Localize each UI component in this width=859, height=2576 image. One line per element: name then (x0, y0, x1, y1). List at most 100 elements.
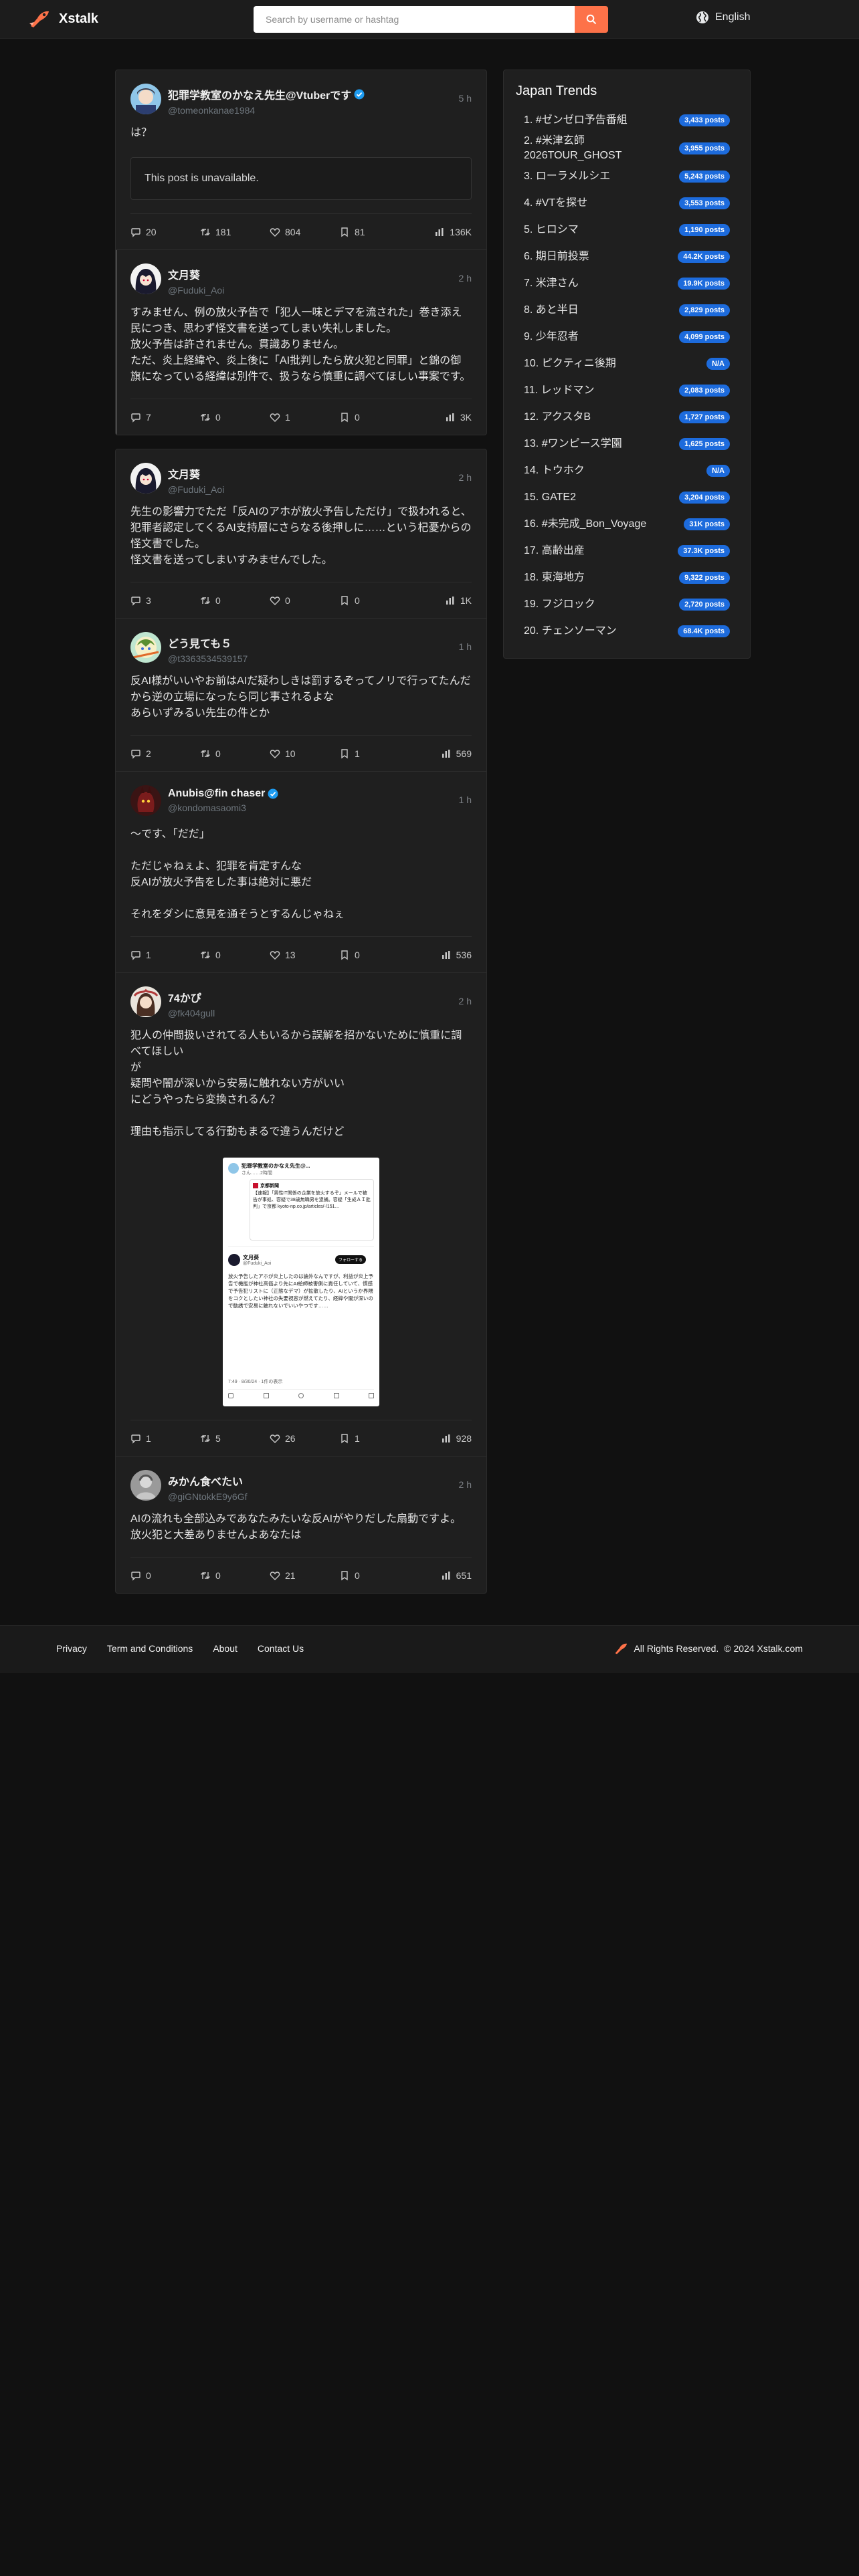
post[interactable]: 犯罪学教室のかなえ先生@Vtuberです @tomeonkanae1984 5 … (116, 70, 486, 249)
trend-item[interactable]: 19. フジロック 2,720 posts (516, 591, 738, 618)
like-button[interactable]: 13 (270, 950, 339, 960)
footer-link-about[interactable]: About (213, 1643, 237, 1654)
trend-item[interactable]: 7. 米津さん 19.9K posts (516, 270, 738, 297)
display-name[interactable]: どう見ても５ (168, 635, 231, 651)
follow-button: フォローする (335, 1255, 367, 1264)
avatar[interactable] (130, 1470, 161, 1501)
trend-item[interactable]: 3. ローラメルシエ 5,243 posts (516, 163, 738, 190)
reply-button[interactable]: 7 (130, 412, 200, 423)
bookmark-button[interactable]: 81 (339, 227, 409, 237)
logo[interactable]: Xstalk (28, 9, 98, 29)
reply-button[interactable]: 1 (130, 950, 200, 960)
trend-item[interactable]: 6. 期日前投票 44.2K posts (516, 243, 738, 270)
reply-button[interactable]: 20 (130, 227, 200, 237)
trend-item[interactable]: 12. アクスタB 1,727 posts (516, 404, 738, 431)
repost-button[interactable]: 0 (200, 748, 270, 759)
post[interactable]: どう見ても５ @t3363534539157 1 h 反AI様がいいやお前はAI… (116, 618, 486, 771)
username[interactable]: @giGNtokkE9y6Gf (168, 1491, 459, 1502)
avatar[interactable] (130, 84, 161, 114)
trend-item[interactable]: 13. #ワンピース学園 1,625 posts (516, 431, 738, 457)
trend-item[interactable]: 1. #ゼンゼロ予告番組 3,433 posts (516, 107, 738, 134)
bookmark-button[interactable]: 0 (339, 950, 409, 960)
views-bar-icon (442, 950, 450, 959)
display-name[interactable]: 文月葵 (168, 266, 200, 282)
repost-button[interactable]: 181 (200, 227, 270, 237)
username[interactable]: @Fuduki_Aoi (168, 484, 459, 495)
trend-item[interactable]: 8. あと半日 2,829 posts (516, 297, 738, 324)
repost-button[interactable]: 0 (200, 595, 270, 606)
embed-reply-handle: @Fuduki_Aoi (243, 1261, 272, 1266)
post[interactable]: みかん食べたい @giGNtokkE9y6Gf 2 h AIの流れも全部込みであ… (116, 1456, 486, 1593)
username[interactable]: @Fuduki_Aoi (168, 285, 459, 296)
like-button[interactable]: 10 (270, 748, 339, 759)
bookmark-button[interactable]: 1 (339, 748, 409, 759)
search-input[interactable] (254, 6, 575, 33)
footer-link-contact[interactable]: Contact Us (258, 1643, 304, 1654)
repost-button[interactable]: 0 (200, 1570, 270, 1581)
repost-button[interactable]: 5 (200, 1433, 270, 1444)
avatar[interactable] (130, 632, 161, 663)
trend-item[interactable]: 15. GATE2 3,204 posts (516, 484, 738, 511)
trend-item[interactable]: 14. トウホク N/A (516, 457, 738, 484)
trend-item[interactable]: 2. #米津玄師 2026TOUR_GHOST 3,955 posts (516, 134, 738, 163)
reply-button[interactable]: 2 (130, 748, 200, 759)
avatar[interactable] (130, 986, 161, 1017)
post[interactable]: 74かぴ @fk404gull 2 h 犯人の仲間扱いされてる人もいるから誤解を… (116, 972, 486, 1456)
avatar[interactable] (130, 463, 161, 494)
avatar[interactable] (130, 785, 161, 816)
verified-badge-icon (354, 89, 365, 100)
trend-item[interactable]: 16. #未完成_Bon_Voyage 31K posts (516, 511, 738, 538)
bookmark-button[interactable]: 0 (339, 1570, 409, 1581)
footer-copyright: © 2024 Xstalk.com (724, 1643, 803, 1654)
avatar[interactable] (130, 263, 161, 294)
display-name[interactable]: 犯罪学教室のかなえ先生@Vtuberです (168, 86, 351, 102)
bookmark-button[interactable]: 1 (339, 1433, 409, 1444)
repost-button[interactable]: 0 (200, 950, 270, 960)
trend-item[interactable]: 10. ピクティニ後期 N/A (516, 350, 738, 377)
trend-item[interactable]: 17. 高齢出産 37.3K posts (516, 538, 738, 564)
like-button[interactable]: 26 (270, 1433, 339, 1444)
username[interactable]: @fk404gull (168, 1008, 459, 1018)
display-name[interactable]: Anubis@fin chaser (168, 788, 265, 800)
repost-count: 5 (215, 1432, 221, 1444)
trend-item[interactable]: 20. チェンソーマン 68.4K posts (516, 618, 738, 645)
post[interactable]: Anubis@fin chaser @kondomasaomi3 1 h 〜です… (116, 771, 486, 972)
repost-button[interactable]: 0 (200, 412, 270, 423)
like-button[interactable]: 21 (270, 1570, 339, 1581)
search-button[interactable] (575, 6, 608, 33)
views-count: 651 (456, 1570, 472, 1581)
verified-badge-icon (268, 788, 278, 799)
views-bar-icon (442, 1571, 450, 1580)
like-button[interactable]: 0 (270, 595, 339, 606)
bookmark-button[interactable]: 0 (339, 595, 409, 606)
trend-item[interactable]: 18. 東海地方 9,322 posts (516, 564, 738, 591)
trend-item[interactable]: 5. ヒロシマ 1,190 posts (516, 217, 738, 243)
bookmark-button[interactable]: 0 (339, 412, 409, 423)
trend-name: 20. チェンソーマン (524, 625, 617, 637)
username[interactable]: @t3363534539157 (168, 653, 459, 664)
unavailable-notice: This post is unavailable. (130, 157, 472, 200)
reply-icon (131, 413, 140, 423)
trend-item[interactable]: 4. #VTを探せ 3,553 posts (516, 190, 738, 217)
like-button[interactable]: 804 (270, 227, 339, 237)
reply-button[interactable]: 1 (130, 1433, 200, 1444)
footer-link-privacy[interactable]: Privacy (56, 1643, 87, 1654)
embedded-screenshot[interactable]: 犯罪学教室のかなえ先生@... さん……2時間 京都新聞 【速報】「男性IT関係… (223, 1158, 379, 1406)
trends-title: Japan Trends (516, 84, 597, 98)
trend-count-badge: 9,322 posts (679, 572, 730, 584)
reply-button[interactable]: 0 (130, 1570, 200, 1581)
footer-link-terms[interactable]: Term and Conditions (107, 1643, 193, 1654)
trend-item[interactable]: 11. レッドマン 2,083 posts (516, 377, 738, 404)
reply-button[interactable]: 3 (130, 595, 200, 606)
display-name[interactable]: 文月葵 (168, 465, 200, 481)
username[interactable]: @tomeonkanae1984 (168, 105, 459, 116)
like-button[interactable]: 1 (270, 412, 339, 423)
trend-item[interactable]: 9. 少年忍者 4,099 posts (516, 324, 738, 350)
language-selector[interactable]: English (696, 11, 750, 24)
post[interactable]: 文月葵 @Fuduki_Aoi 2 h すみません、例の放火予告で「犯人一味とデ… (116, 249, 486, 435)
username[interactable]: @kondomasaomi3 (168, 802, 459, 813)
display-name[interactable]: 74かぴ (168, 989, 201, 1005)
display-name[interactable]: みかん食べたい (168, 1473, 243, 1489)
post[interactable]: 文月葵 @Fuduki_Aoi 2 h 先生の影響力でただ「反AIのアホが放火予… (116, 449, 486, 618)
trend-count-badge: 1,727 posts (679, 411, 730, 423)
